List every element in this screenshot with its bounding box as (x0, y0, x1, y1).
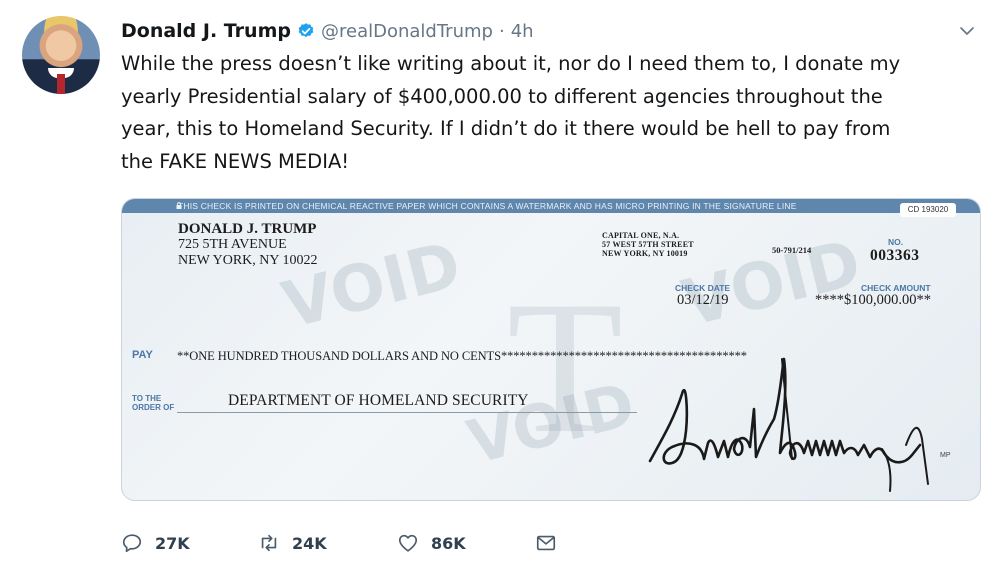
tweet-timestamp[interactable]: 4h (511, 21, 534, 42)
security-band: THIS CHECK IS PRINTED ON CHEMICAL REACTI… (122, 199, 980, 213)
check-amount: ****$100,000.00** (815, 292, 931, 308)
payee-line (177, 412, 637, 413)
tweet-actions: 27K 24K 86K (121, 528, 621, 558)
like-count: 86K (431, 533, 466, 553)
retweet-icon (261, 534, 277, 552)
payor-address-line1: 725 5TH AVENUE (178, 237, 287, 252)
tweet-header: Donald J. Trump @realDonaldTrump · 4h (121, 18, 534, 44)
message-button[interactable] (535, 528, 557, 558)
to-the-order-of-label: TO THE ORDER OF (132, 394, 174, 412)
chevron-down-icon[interactable] (958, 22, 976, 40)
signature (648, 357, 929, 492)
heart-icon (398, 534, 418, 552)
reply-count: 27K (155, 533, 190, 553)
check-number-label: NO. (888, 237, 904, 247)
payor-name: DONALD J. TRUMP (178, 221, 317, 237)
reply-button[interactable]: 27K (121, 528, 190, 558)
check-image[interactable]: THIS CHECK IS PRINTED ON CHEMICAL REACTI… (121, 198, 981, 501)
routing-fraction: 50-791/214 (772, 245, 812, 255)
tweet-text: While the press doesn’t like writing abo… (121, 52, 901, 173)
pay-label: PAY (132, 349, 153, 361)
check-date: 03/12/19 (677, 292, 729, 308)
envelope-icon (536, 535, 556, 551)
order-label-line1: TO THE (132, 394, 162, 403)
author-avatar[interactable] (22, 16, 100, 94)
security-band-text: THIS CHECK IS PRINTED ON CHEMICAL REACTI… (178, 201, 797, 211)
retweet-count: 24K (292, 533, 327, 553)
bank-address: CAPITAL ONE, N.A. 57 WEST 57TH STREET NE… (602, 231, 694, 258)
reply-icon (122, 534, 142, 553)
author-handle[interactable]: @realDonaldTrump (321, 21, 493, 42)
check-band-code: CD 193020 (900, 203, 956, 217)
payor-address-line2: NEW YORK, NY 10022 (178, 253, 318, 268)
like-button[interactable]: 86K (397, 528, 466, 558)
bank-name: CAPITAL ONE, N.A. (602, 231, 680, 240)
bank-city: NEW YORK, NY 10019 (602, 249, 688, 258)
payee-name: DEPARTMENT OF HOMELAND SECURITY (228, 392, 529, 409)
bank-street: 57 WEST 57TH STREET (602, 240, 694, 249)
check-number: 003363 (870, 247, 920, 264)
time-separator: · (498, 20, 505, 42)
author-display-name[interactable]: Donald J. Trump (121, 20, 291, 42)
verified-badge-icon (298, 23, 314, 38)
micro-print-mark: MP (940, 452, 951, 459)
order-label-line2: ORDER OF (132, 403, 175, 412)
void-watermark-1: VOID (275, 228, 469, 344)
retweet-button[interactable]: 24K (258, 528, 327, 558)
